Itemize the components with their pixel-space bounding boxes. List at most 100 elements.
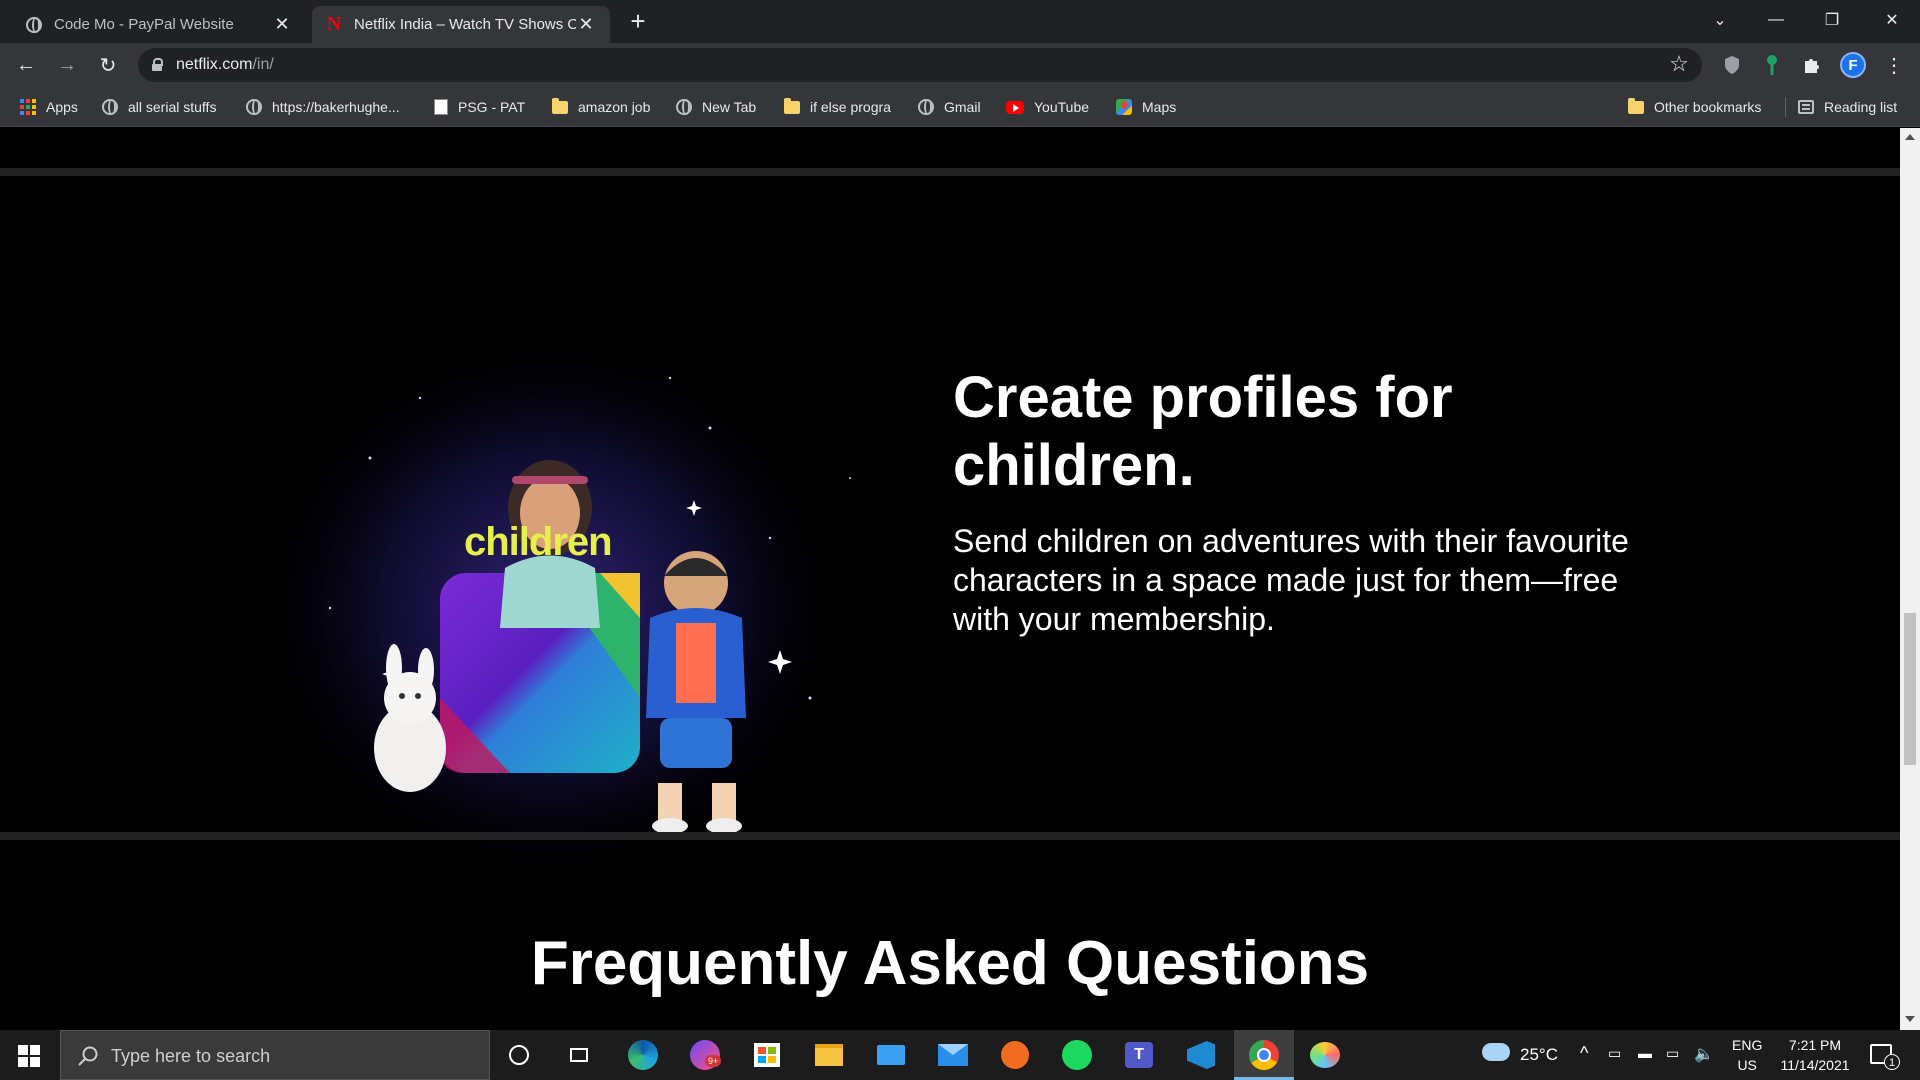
spotify-icon[interactable] <box>1061 1039 1093 1071</box>
network-icon[interactable]: ▭ <box>1666 1045 1679 1062</box>
bookmark-all-serial-stuffs[interactable]: all serial stuffs <box>102 97 216 117</box>
vs-code-icon[interactable] <box>1185 1039 1217 1071</box>
bookmark-label: YouTube <box>1034 99 1090 115</box>
close-tab-icon[interactable]: ✕ <box>272 14 292 35</box>
url-host: netflix.com <box>176 56 253 73</box>
clock-time: 7:21 PM <box>1788 1037 1842 1053</box>
forward-button[interactable]: → <box>51 49 83 81</box>
scroll-down-arrow-icon[interactable] <box>1905 1016 1915 1022</box>
messenger-app-icon[interactable]: 9+ <box>689 1039 722 1071</box>
task-view-icon[interactable] <box>563 1039 595 1071</box>
globe-icon <box>26 16 42 33</box>
address-bar[interactable]: netflix.com/in/ ☆ <box>138 48 1702 82</box>
bookmark-other-bookmarks[interactable]: Other bookmarks <box>1628 97 1761 117</box>
edge-icon[interactable] <box>627 1039 659 1071</box>
url-text[interactable]: netflix.com/in/ <box>176 56 274 74</box>
this-pc-icon[interactable] <box>875 1039 907 1071</box>
mail-icon[interactable] <box>937 1039 969 1071</box>
browser-menu-icon[interactable]: ⋮ <box>1878 49 1910 81</box>
bookmarks-bar: Apps all serial stuffs https://bakerhugh… <box>0 87 1920 127</box>
bookmark-psg-pat[interactable]: PSG - PAT <box>434 97 525 117</box>
language-code: ENG <box>1732 1037 1763 1053</box>
document-icon <box>434 99 448 115</box>
scroll-up-arrow-icon[interactable] <box>1905 134 1915 140</box>
battery-icon[interactable]: ▬ <box>1638 1045 1652 1061</box>
section-divider <box>0 832 1900 840</box>
close-tab-icon[interactable]: ✕ <box>576 14 596 35</box>
notifications-icon[interactable]: 1 <box>1870 1044 1900 1070</box>
microsoft-teams-icon[interactable]: T <box>1123 1039 1155 1071</box>
close-window-button[interactable]: ✕ <box>1864 0 1920 40</box>
reading-list-button[interactable]: Reading list <box>1798 97 1897 117</box>
bookmark-amazon-job[interactable]: amazon job <box>552 97 650 117</box>
sketch-pen-app-icon[interactable] <box>999 1039 1031 1071</box>
faq-heading: Frequently Asked Questions <box>530 929 1370 998</box>
bookmark-if-else-progra[interactable]: if else progra <box>784 97 891 117</box>
section-divider <box>0 168 1900 176</box>
search-icon <box>78 1046 98 1066</box>
bookmark-apps[interactable]: Apps <box>20 97 78 117</box>
page-scrollbar[interactable] <box>1900 128 1920 1030</box>
reading-list-label: Reading list <box>1824 99 1898 115</box>
bookmark-gmail[interactable]: Gmail <box>918 97 981 117</box>
folder-icon <box>552 97 568 114</box>
reading-list-icon <box>1798 100 1814 114</box>
start-button[interactable] <box>18 1045 40 1072</box>
cortana-icon[interactable] <box>503 1039 535 1071</box>
bookmark-youtube[interactable]: YouTube <box>1006 97 1089 117</box>
volume-icon[interactable]: 🔈 <box>1694 1044 1714 1064</box>
scroll-thumb[interactable] <box>1904 613 1916 765</box>
weather-temperature[interactable]: 25°C <box>1520 1045 1558 1065</box>
chrome-icon <box>1249 1040 1279 1070</box>
netflix-page: children Create profiles for children. S… <box>0 128 1900 1030</box>
bookmark-label: Apps <box>46 99 78 115</box>
globe-icon <box>676 99 692 115</box>
tab-search-button[interactable]: ⌄ <box>1692 0 1748 40</box>
microsoft-store-icon[interactable] <box>751 1039 783 1071</box>
key-extension-icon[interactable] <box>1756 49 1788 81</box>
bookmark-label: PSG - PAT <box>458 99 526 115</box>
clock[interactable]: 7:21 PM 11/14/2021 <box>1770 1037 1860 1073</box>
netflix-logo-icon: N <box>326 13 342 35</box>
clock-date: 11/14/2021 <box>1780 1057 1850 1073</box>
meet-now-icon[interactable]: ▭ <box>1608 1045 1621 1062</box>
restore-button[interactable]: ❐ <box>1804 0 1860 40</box>
tab-paypal[interactable]: Code Mo - PayPal Website ✕ <box>12 6 306 43</box>
weather-cloud-icon[interactable] <box>1482 1043 1510 1061</box>
bookmark-label: Gmail <box>944 99 981 115</box>
folder-icon <box>784 97 800 114</box>
shield-extension-icon[interactable] <box>1716 49 1748 81</box>
notification-badge: 9+ <box>705 1055 722 1067</box>
bookmark-bakerhughes[interactable]: https://bakerhughe... <box>246 97 400 117</box>
apps-grid-icon <box>20 99 36 115</box>
bookmark-maps[interactable]: Maps <box>1116 97 1176 117</box>
paint-app-icon[interactable] <box>1309 1039 1341 1071</box>
youtube-icon <box>1006 100 1024 114</box>
show-hidden-icons-chevron-icon[interactable]: ^ <box>1580 1043 1588 1064</box>
minimize-button[interactable]: — <box>1748 0 1804 40</box>
kids-profile-illustration <box>250 328 851 878</box>
chrome-taskbar-button[interactable] <box>1234 1030 1294 1080</box>
bookmark-star-icon[interactable]: ☆ <box>1664 49 1694 79</box>
bookmark-label: https://bakerhughe... <box>272 99 400 115</box>
windows-logo-icon <box>18 1045 40 1067</box>
profile-avatar[interactable]: F <box>1840 52 1866 78</box>
language-indicator[interactable]: ENG US <box>1732 1037 1762 1073</box>
back-button[interactable]: ← <box>10 49 42 81</box>
taskbar-search-box[interactable]: Type here to search <box>60 1030 490 1080</box>
extensions-puzzle-icon[interactable] <box>1796 49 1828 81</box>
bookmark-label: amazon job <box>578 99 651 115</box>
tab-title: Netflix India – Watch TV Shows Online <box>354 16 576 33</box>
file-explorer-icon[interactable] <box>813 1039 845 1071</box>
windows-taskbar: Type here to search 9+ T 25°C ^ ▭ ▬ ▭ 🔈 … <box>0 1030 1920 1080</box>
tab-netflix[interactable]: N Netflix India – Watch TV Shows Online … <box>312 6 610 43</box>
bookmark-label: Maps <box>1142 99 1177 115</box>
browser-toolbar: ← → ↻ netflix.com/in/ ☆ F ⋮ <box>0 43 1920 87</box>
new-tab-button[interactable]: + <box>624 8 652 36</box>
globe-icon <box>918 99 934 115</box>
globe-icon <box>246 99 262 115</box>
reload-button[interactable]: ↻ <box>92 49 124 81</box>
bookmark-new-tab[interactable]: New Tab <box>676 97 756 117</box>
feature-heading: Create profiles for children. <box>953 365 1453 498</box>
lock-icon[interactable] <box>152 58 163 71</box>
